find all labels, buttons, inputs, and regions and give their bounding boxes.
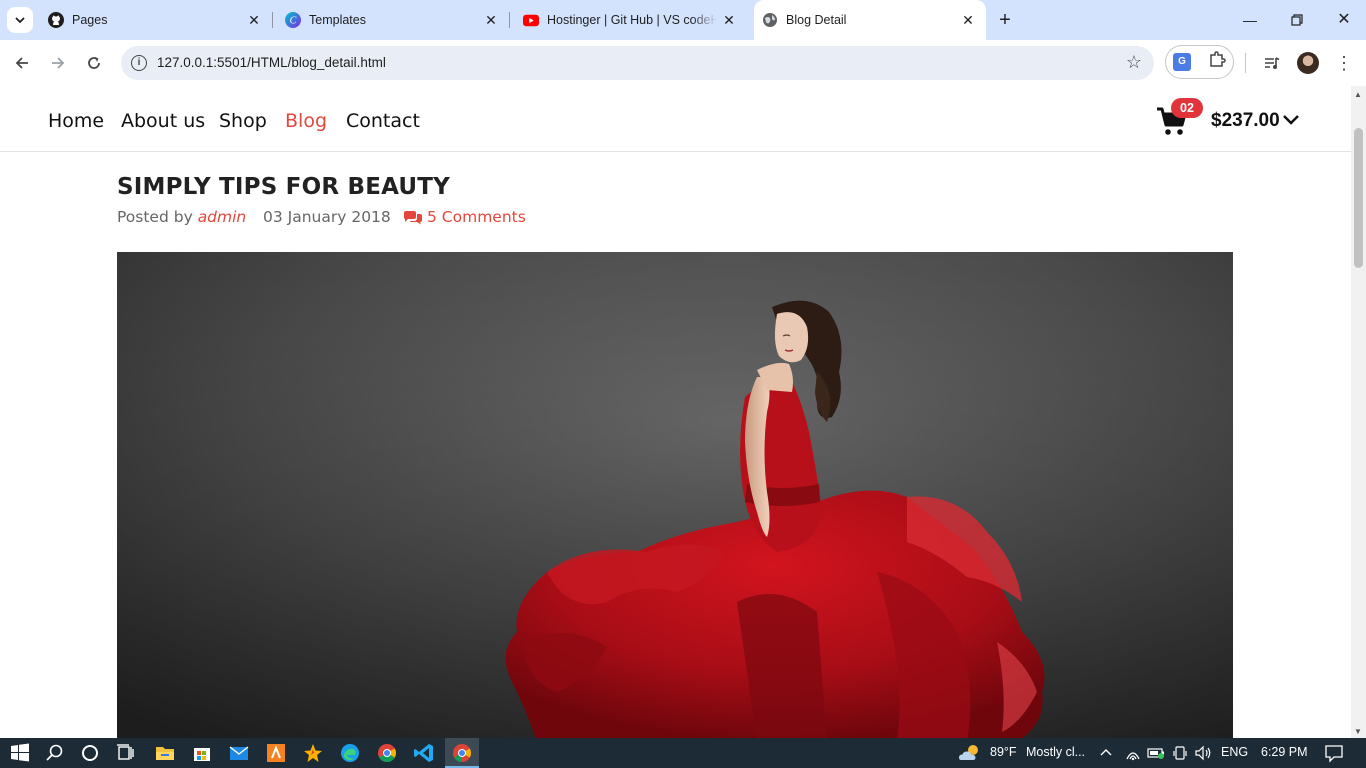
tab-pages[interactable]: Pages ✕ (40, 0, 273, 40)
office-app-icon[interactable] (264, 741, 288, 765)
tab-hostinger[interactable]: Hostinger | Git Hub | VS codeHo ✕ (515, 0, 747, 40)
back-button[interactable] (10, 51, 34, 75)
comments-link[interactable]: 5 Comments (427, 208, 526, 226)
microsoft-store-icon[interactable] (190, 741, 214, 765)
device-icon[interactable] (1171, 741, 1189, 765)
post-title: SIMPLY TIPS FOR BEAUTY (117, 174, 451, 200)
nav-link-contact[interactable]: Contact (346, 110, 420, 132)
profile-avatar[interactable] (1297, 52, 1319, 74)
star-app-icon[interactable] (301, 741, 325, 765)
scrollbar-thumb[interactable] (1354, 128, 1363, 268)
tab-templates[interactable]: C Templates ✕ (277, 0, 510, 40)
canva-icon: C (285, 12, 301, 28)
show-hidden-icons-chevron-icon[interactable] (1097, 741, 1115, 765)
volume-icon[interactable] (1193, 741, 1213, 765)
language-indicator[interactable]: ENG (1221, 745, 1248, 759)
tab-title: Pages (72, 13, 108, 27)
restore-icon (1291, 14, 1303, 26)
browser-toolbar: i 127.0.0.1:5501/HTML/blog_detail.html ☆… (0, 40, 1366, 86)
close-window-button[interactable]: ✕ (1332, 8, 1356, 32)
windows-start-icon[interactable] (8, 741, 32, 765)
toolbar-divider (1245, 53, 1246, 73)
nav-link-blog[interactable]: Blog (285, 110, 327, 132)
edge-browser-icon[interactable] (338, 741, 362, 765)
scroll-down-arrow-icon[interactable]: ▼ (1354, 727, 1362, 736)
media-control-button[interactable] (1260, 51, 1284, 75)
post-hero-image (117, 252, 1233, 738)
woman-in-red-dress-photo (117, 252, 1233, 738)
site-navbar: Home About us Shop Blog Contact 02 $237.… (0, 86, 1351, 152)
tab-title: Hostinger | Git Hub | VS codeHo (547, 13, 717, 27)
reload-icon (88, 57, 100, 69)
battery-icon[interactable] (1146, 741, 1166, 765)
url-text[interactable]: 127.0.0.1:5501/HTML/blog_detail.html (157, 55, 386, 70)
close-tab-icon[interactable]: ✕ (721, 12, 737, 28)
wifi-icon[interactable] (1124, 741, 1142, 765)
close-tab-icon[interactable]: ✕ (960, 12, 976, 28)
windows-taskbar: 89°F Mostly cl... ENG 6:29 PM (0, 738, 1366, 768)
chevron-down-icon[interactable] (1282, 113, 1300, 127)
new-tab-button[interactable]: + (994, 10, 1016, 32)
youtube-icon (523, 12, 539, 28)
reload-button[interactable] (82, 51, 106, 75)
address-bar[interactable]: i 127.0.0.1:5501/HTML/blog_detail.html ☆ (121, 46, 1154, 80)
back-arrow-icon (15, 57, 28, 69)
chrome-active-icon[interactable] (450, 741, 474, 765)
tab-title: Blog Detail (786, 13, 847, 27)
github-icon (48, 12, 64, 28)
globe-icon (762, 12, 778, 28)
chrome-icon[interactable] (375, 741, 399, 765)
page-scrollbar[interactable]: ▲ ▼ (1351, 86, 1366, 738)
page-viewport: Home About us Shop Blog Contact 02 $237.… (0, 86, 1366, 738)
cart-count-badge: 02 (1171, 98, 1203, 118)
comments-icon (404, 211, 422, 225)
svg-text:C: C (290, 16, 297, 27)
task-view-icon[interactable] (114, 741, 138, 765)
minimize-button[interactable]: — (1238, 8, 1262, 32)
tab-separator (272, 12, 273, 28)
search-icon[interactable] (43, 741, 67, 765)
author-link[interactable]: admin (198, 208, 247, 226)
post-meta-author: Posted by admin (117, 208, 246, 226)
weather-description[interactable]: Mostly cl... (1026, 745, 1085, 759)
tab-blog-detail[interactable]: Blog Detail ✕ (754, 0, 986, 40)
forward-button[interactable] (46, 51, 70, 75)
tab-title: Templates (309, 13, 366, 27)
site-info-icon[interactable]: i (131, 55, 147, 71)
forward-arrow-icon (52, 57, 65, 69)
post-date: 03 January 2018 (263, 208, 391, 226)
notifications-icon[interactable] (1322, 741, 1346, 765)
posted-by-label: Posted by (117, 208, 193, 226)
weather-cloud-icon[interactable] (956, 741, 984, 765)
nav-link-shop[interactable]: Shop (219, 110, 267, 132)
tab-separator (509, 12, 510, 28)
close-tab-icon[interactable]: ✕ (246, 12, 262, 28)
cortana-icon[interactable] (78, 741, 102, 765)
chevron-down-icon (15, 17, 25, 24)
cart-total[interactable]: $237.00 (1211, 110, 1280, 132)
scroll-up-arrow-icon[interactable]: ▲ (1354, 90, 1362, 99)
nav-link-about-us[interactable]: About us (121, 110, 205, 132)
file-explorer-icon[interactable] (153, 741, 177, 765)
bookmark-star-icon[interactable]: ☆ (1126, 52, 1142, 73)
vscode-icon[interactable] (412, 741, 436, 765)
chrome-menu-button[interactable]: ⋮ (1332, 51, 1356, 75)
nav-link-home[interactable]: Home (48, 110, 104, 132)
extensions-puzzle-icon[interactable] (1208, 50, 1226, 73)
extensions-group: G (1165, 45, 1234, 79)
browser-tab-strip: Pages ✕ C Templates ✕ Hostinger | Git Hu… (0, 0, 1366, 40)
music-queue-icon (1265, 57, 1280, 69)
restore-button[interactable] (1285, 8, 1309, 32)
weather-temp[interactable]: 89°F (990, 745, 1017, 759)
tab-search-button[interactable] (7, 7, 33, 33)
clock-time[interactable]: 6:29 PM (1261, 745, 1308, 759)
close-tab-icon[interactable]: ✕ (483, 12, 499, 28)
mail-icon[interactable] (227, 741, 251, 765)
translate-extension-icon[interactable]: G (1173, 53, 1191, 71)
